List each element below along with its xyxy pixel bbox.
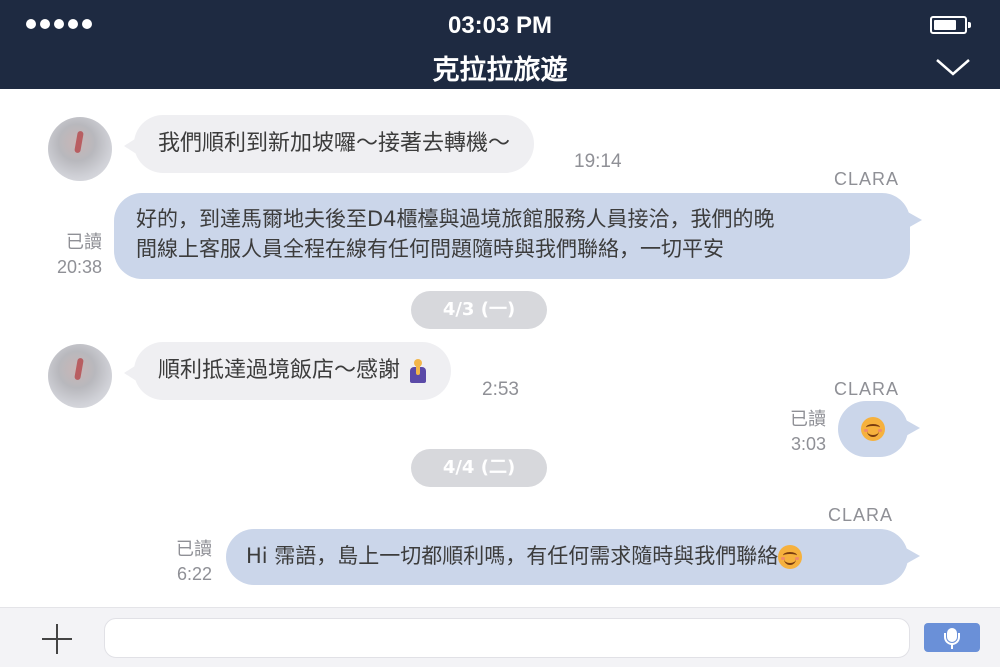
read-receipt: 已讀 20:38: [40, 230, 102, 280]
sender-name: CLARA: [834, 379, 900, 399]
input-bar: [0, 607, 1000, 667]
message-input[interactable]: [104, 618, 910, 658]
message-time: 2:53: [482, 379, 519, 400]
read-receipt: 已讀 6:22: [150, 537, 212, 587]
read-receipt: 已讀 3:03: [764, 407, 826, 457]
date-separator: 4/4 (二): [411, 449, 547, 487]
status-time: 03:03 PM: [447, 12, 553, 39]
message-time: 19:14: [574, 151, 622, 172]
read-label: 已讀: [176, 539, 212, 559]
message-time: 3:03: [790, 434, 826, 454]
smile-emoji-icon: [778, 545, 803, 569]
outgoing-message-bubble[interactable]: Hi 霈語，島上一切都順利嗎，有任何需求隨時與我們聯絡: [226, 529, 920, 585]
outgoing-message-bubble[interactable]: 好的，到達馬爾地夫後至D4櫃檯與過境旅館服務人員接洽，我們的晚 間線上客服人員全…: [114, 193, 922, 279]
outgoing-message-bubble[interactable]: [838, 401, 920, 457]
chat-title[interactable]: 克拉拉旅遊: [0, 48, 1000, 87]
battery-icon: [930, 16, 971, 34]
avatar[interactable]: [48, 117, 112, 181]
message-time: 6:22: [176, 564, 212, 584]
app-header: 03:03 PM 克拉拉旅遊: [0, 0, 1000, 89]
date-separator: 4/3 (一): [411, 291, 547, 329]
chevron-down-icon[interactable]: [935, 56, 971, 78]
pray-emoji-icon: [409, 359, 427, 383]
message-text: Hi 霈語，島上一切都順利嗎，有任何需求隨時與我們聯絡: [246, 544, 779, 568]
sender-name: CLARA: [828, 505, 894, 525]
smile-emoji-icon: [861, 417, 885, 441]
message-text: 順利抵達過境飯店～感謝: [158, 358, 401, 383]
message-text: 我們順利到新加坡囉～接著去轉機～: [158, 131, 511, 156]
read-label: 已讀: [66, 232, 102, 252]
microphone-button[interactable]: [924, 623, 980, 652]
message-time: 20:38: [56, 257, 102, 277]
avatar[interactable]: [48, 344, 112, 408]
read-label: 已讀: [790, 409, 826, 429]
message-line: 間線上客服人員全程在線有任何問題隨時與我們聯絡，一切平安: [136, 237, 724, 261]
sender-name: CLARA: [834, 169, 900, 189]
incoming-message-bubble[interactable]: 順利抵達過境飯店～感謝: [123, 342, 452, 400]
incoming-message-bubble[interactable]: 我們順利到新加坡囉～接著去轉機～: [123, 115, 535, 173]
message-line: 好的，到達馬爾地夫後至D4櫃檯與過境旅館服務人員接洽，我們的晚: [136, 207, 775, 231]
plus-icon[interactable]: [42, 624, 72, 654]
chat-area[interactable]: 我們順利到新加坡囉～接著去轉機～ 19:14 CLARA 已讀 20:38 好的…: [0, 89, 1000, 607]
